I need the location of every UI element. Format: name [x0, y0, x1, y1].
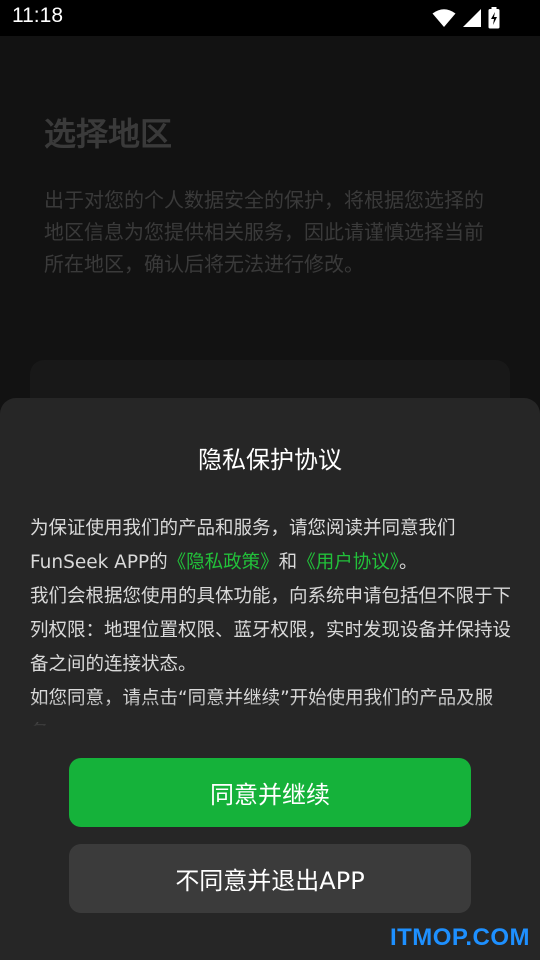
- dialog-title: 隐私保护协议: [198, 446, 342, 474]
- screen: 11:18 选择地区 出于对您的个人数据安全的保护，将根据您选择的地区信息为您提…: [0, 0, 540, 960]
- dialog-paragraph-2: 我们会根据您使用的具体功能，向系统申请包括但不限于下列权限：地理位置权限、蓝牙权…: [30, 586, 512, 675]
- battery-charging-icon: [488, 7, 500, 29]
- user-agreement-link[interactable]: 《用户协议》: [297, 552, 399, 573]
- page-description: 出于对您的个人数据安全的保护，将根据您选择的地区信息为您提供相关服务，因此请谨慎…: [44, 188, 484, 276]
- page-title: 选择地区: [44, 115, 173, 153]
- wifi-icon: [432, 8, 456, 28]
- status-time: 11:18: [12, 4, 63, 27]
- status-bar: 11:18: [0, 0, 540, 36]
- agree-continue-button[interactable]: 同意并继续: [69, 758, 471, 827]
- scroll-fade: [0, 698, 540, 728]
- status-icons: [432, 7, 500, 29]
- cellular-signal-icon: [462, 8, 482, 28]
- para1-end: 。: [398, 552, 418, 573]
- watermark-logo: ITMOP.COM: [389, 924, 530, 951]
- dialog-paragraph-1: 为保证使用我们的产品和服务，请您阅读并同意我们FunSeek APP的《隐私政策…: [30, 512, 514, 580]
- para1-and: 和: [278, 552, 298, 573]
- dialog-body[interactable]: 为保证使用我们的产品和服务，请您阅读并同意我们FunSeek APP的《隐私政策…: [30, 512, 514, 726]
- decline-exit-button[interactable]: 不同意并退出APP: [69, 844, 471, 913]
- privacy-policy-link[interactable]: 《隐私政策》: [168, 552, 279, 573]
- privacy-dialog: 隐私保护协议 为保证使用我们的产品和服务，请您阅读并同意我们FunSeek AP…: [0, 398, 540, 960]
